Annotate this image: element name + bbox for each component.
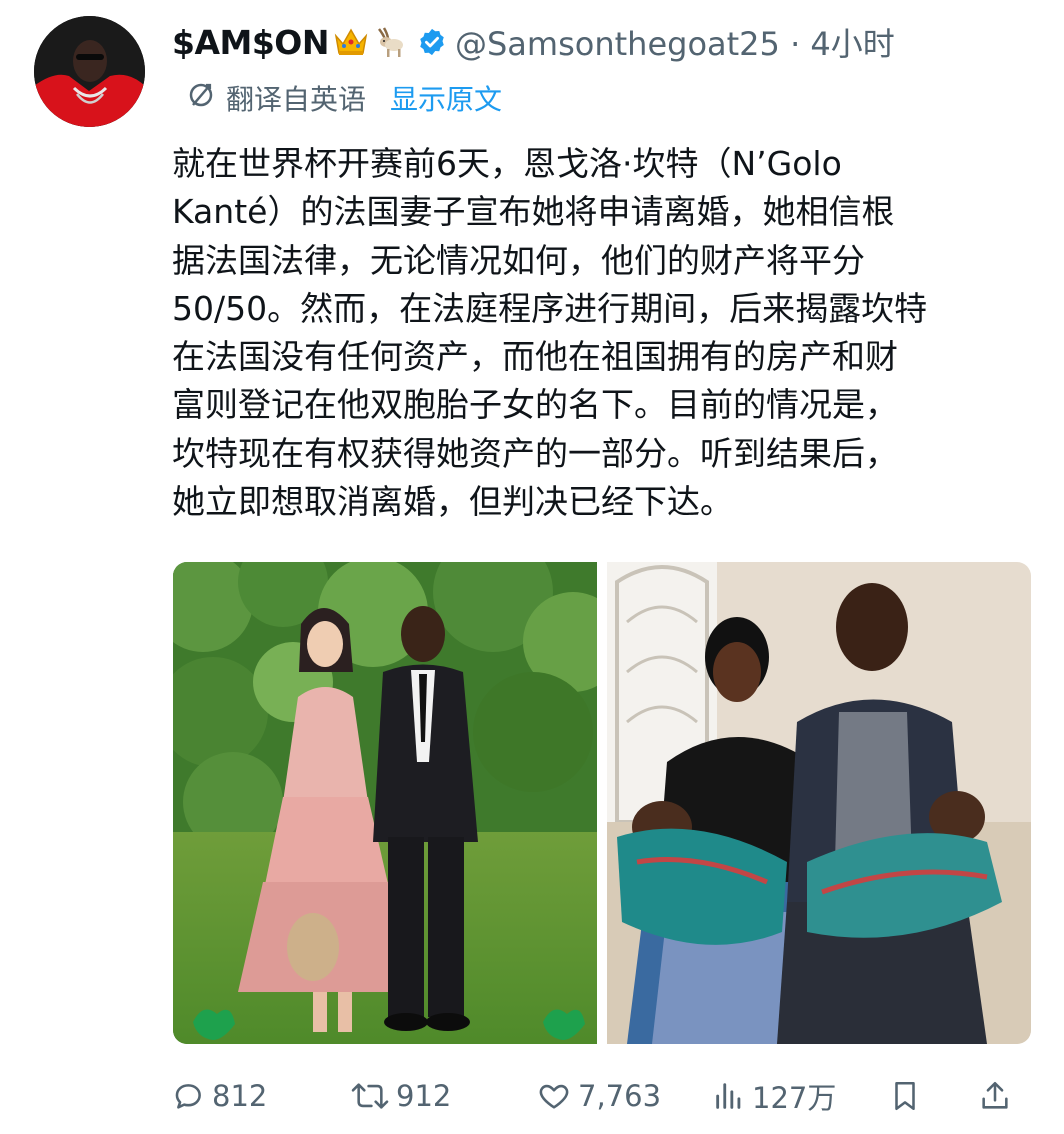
share-icon — [982, 1081, 1008, 1109]
retweet-icon — [351, 1083, 389, 1109]
crown-icon — [333, 26, 369, 58]
tweet-photo-1[interactable] — [173, 562, 597, 1044]
tweet-action-bar: 812 912 7,763 127万 — [172, 1072, 1064, 1120]
like-button[interactable]: 7,763 — [536, 1072, 661, 1120]
bookmark-button[interactable] — [888, 1072, 928, 1120]
tweet-text-line: 富则登记在他双胞胎子女的名下。目前的情况是， — [172, 385, 898, 425]
avatar-image — [34, 16, 145, 127]
reply-icon — [175, 1084, 201, 1109]
share-button[interactable] — [978, 1072, 1018, 1120]
avatar[interactable] — [34, 16, 145, 127]
translate-icon — [186, 80, 216, 117]
tweet-photo-2[interactable] — [607, 562, 1031, 1044]
tweet-text-line: Kanté）的法国妻子宣布她将申请离婚，她相信根 — [172, 192, 895, 232]
views-count: 127万 — [752, 1081, 837, 1115]
retweet-button[interactable]: 912 — [350, 1072, 451, 1120]
like-count: 7,763 — [578, 1079, 662, 1113]
tweet-text-line: 就在世界杯开赛前6天，恩戈洛·坎特（N’Golo — [172, 144, 842, 183]
reply-count: 812 — [212, 1079, 268, 1113]
display-name[interactable]: $AM$ON — [172, 23, 329, 62]
handle-and-time[interactable]: @Samsonthegoat25 · 4小时 — [455, 19, 895, 65]
translation-notice: 翻译自英语 显示原文 — [186, 78, 502, 118]
verified-badge-icon — [417, 27, 447, 57]
reply-button[interactable]: 812 — [172, 1072, 267, 1120]
translation-label: 翻译自英语 — [226, 83, 367, 116]
show-original-link[interactable]: 显示原文 — [390, 78, 502, 118]
views-button[interactable]: 127万 — [712, 1072, 836, 1120]
tweet-text-line: 50/50。然而，在法庭程序进行期间，后来揭露坎特 — [172, 288, 928, 328]
tweet-header: $AM$ON @Samsonthegoat25 · 4小时 — [172, 14, 895, 70]
views-chart-icon — [716, 1083, 741, 1109]
goat-icon — [373, 25, 407, 59]
tweet-text: 就在世界杯开赛前6天，恩戈洛·坎特（N’Golo Kanté）的法国妻子宣布她将… — [172, 140, 1052, 526]
retweet-count: 912 — [396, 1079, 452, 1113]
tweet-text-line: 在法国没有任何资产，而他在祖国拥有的房产和财 — [172, 337, 898, 377]
tweet-text-line: 坎特现在有权获得她资产的一部分。听到结果后， — [172, 433, 898, 473]
tweet-text-line: 她立即想取消离婚，但判决已经下达。 — [172, 482, 733, 522]
tweet-text-line: 据法国法律，无论情况如何，他们的财产将平分 — [172, 240, 865, 280]
heart-icon — [539, 1084, 569, 1109]
bookmark-icon — [895, 1081, 915, 1111]
